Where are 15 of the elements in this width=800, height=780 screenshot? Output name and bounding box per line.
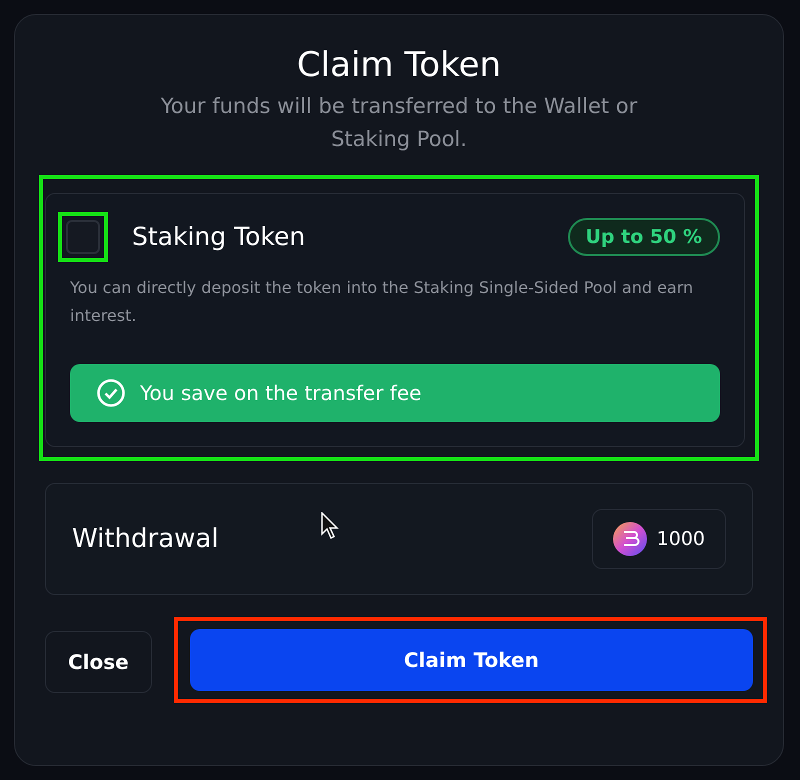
option-card[interactable]: Staking Token Up to 50 % You can directly deposit the token into the Staking Single-Sided Pool and earn interest. You save on the transfer fee <box>45 192 745 448</box>
token-icon <box>612 522 647 556</box>
close-button[interactable]: Close <box>45 631 152 694</box>
option-description: You can directly deposit the token into the Staking Single-Sided Pool and earn interest. <box>70 277 694 328</box>
withdrawal-label: Withdrawal <box>72 522 219 556</box>
check-circle-icon <box>96 378 126 408</box>
notice-text: You save on the transfer fee <box>140 380 422 408</box>
checkbox[interactable] <box>66 220 100 254</box>
amount-text: 1000 <box>656 527 705 552</box>
claim-button[interactable]: Claim Token <box>190 629 753 692</box>
modal-title: Claim Token <box>296 45 502 86</box>
percent-badge: Up to 50 % <box>568 218 720 256</box>
cursor-icon <box>320 512 340 540</box>
option-title: Staking Token <box>132 221 306 254</box>
modal-subtitle: Your funds will be transferred to the Wallet or Staking Pool. <box>160 92 638 154</box>
